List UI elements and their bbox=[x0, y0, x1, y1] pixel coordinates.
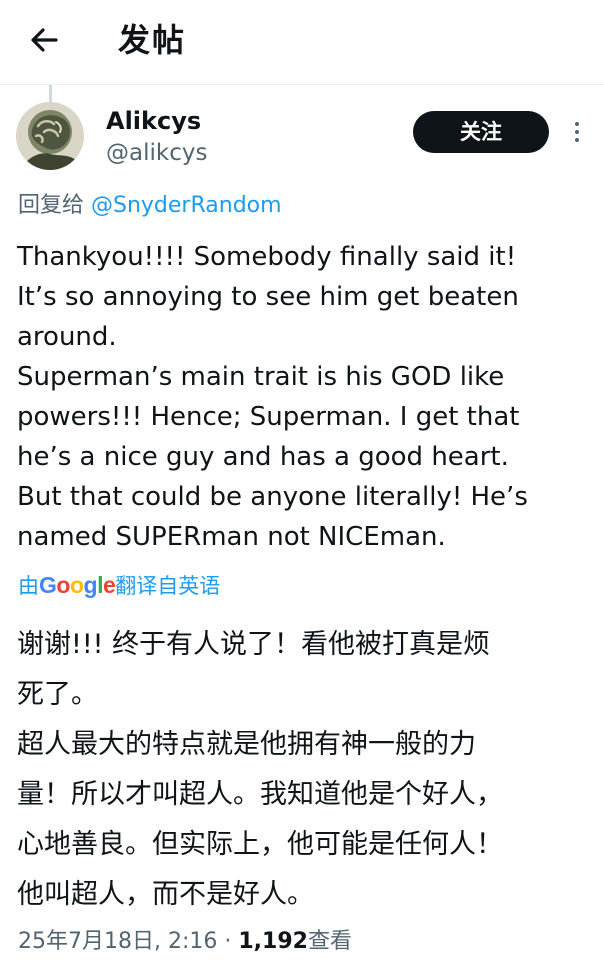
translation-source: 翻译自英语 bbox=[115, 574, 221, 598]
tweet-line: But that could be anyone literally! He’s bbox=[17, 482, 528, 512]
tweet-line: powers!!! Hence; Superman. I get that bbox=[17, 402, 520, 432]
google-logo-letter: G bbox=[39, 572, 57, 598]
tweet-line: around. bbox=[17, 322, 117, 352]
views-count: 1,192 bbox=[238, 929, 308, 954]
back-button[interactable] bbox=[22, 18, 66, 62]
translated-line: 他叫超人，而不是好人。 bbox=[17, 879, 314, 910]
translation-by: 由 bbox=[18, 574, 39, 598]
translated-line: 心地善良。但实际上，他可能是任何人！ bbox=[17, 829, 503, 860]
avatar[interactable] bbox=[16, 102, 84, 170]
reply-context: 回复给 @SnyderRandom bbox=[18, 190, 282, 222]
tweet-line: he’s a nice guy and has a good heart. bbox=[17, 442, 509, 472]
reply-prefix: 回复给 bbox=[18, 193, 91, 218]
google-logo-letter: o bbox=[69, 572, 84, 598]
google-logo-letter: g bbox=[83, 572, 98, 598]
tweet-timestamp[interactable]: 25年7月18日, 2:16 bbox=[18, 929, 217, 954]
tweet-line: named SUPERman not NICEman. bbox=[17, 522, 446, 552]
tweet-text: Thankyou!!!! Somebody finally said it! I… bbox=[17, 237, 597, 557]
tweet-line: It’s so annoying to see him get beaten bbox=[17, 282, 519, 312]
translated-line: 超人最大的特点就是他拥有神一般的力 bbox=[17, 729, 476, 760]
translated-text: 谢谢!!! 终于有人说了！看他被打真是烦 死了。 超人最大的特点就是他拥有神一般… bbox=[17, 620, 597, 920]
translated-line: 死了。 bbox=[17, 679, 98, 710]
top-bar: 发帖 bbox=[0, 0, 604, 80]
translated-line: 谢谢!!! 终于有人说了！看他被打真是烦 bbox=[17, 629, 491, 660]
tweet-meta: 25年7月18日, 2:16 · 1,192查看 bbox=[18, 926, 352, 958]
google-logo-letter: o bbox=[56, 572, 70, 598]
more-vertical-icon[interactable] bbox=[566, 118, 588, 148]
follow-button[interactable]: 关注 bbox=[413, 111, 549, 153]
translated-line: 量！所以才叫超人。我知道他是个好人， bbox=[17, 779, 503, 810]
reply-mention-link[interactable]: @SnyderRandom bbox=[91, 193, 282, 218]
display-name[interactable]: Alikcys bbox=[106, 106, 201, 136]
avatar-image bbox=[16, 102, 84, 170]
thread-connector bbox=[49, 85, 52, 102]
tweet-line: Thankyou!!!! Somebody finally said it! bbox=[17, 242, 517, 272]
google-logo: Google bbox=[39, 572, 116, 598]
header-divider bbox=[0, 84, 604, 85]
user-handle[interactable]: @alikcys bbox=[106, 138, 207, 168]
google-logo-letter: e bbox=[102, 572, 116, 598]
views-label: 查看 bbox=[307, 929, 352, 954]
tweet-line: Superman’s main trait is his GOD like bbox=[17, 362, 505, 392]
meta-separator: · bbox=[217, 929, 239, 954]
page-title: 发帖 bbox=[118, 21, 187, 59]
arrow-left-icon bbox=[31, 28, 58, 52]
translation-attribution[interactable]: 由Google翻译自英语 bbox=[18, 570, 220, 601]
